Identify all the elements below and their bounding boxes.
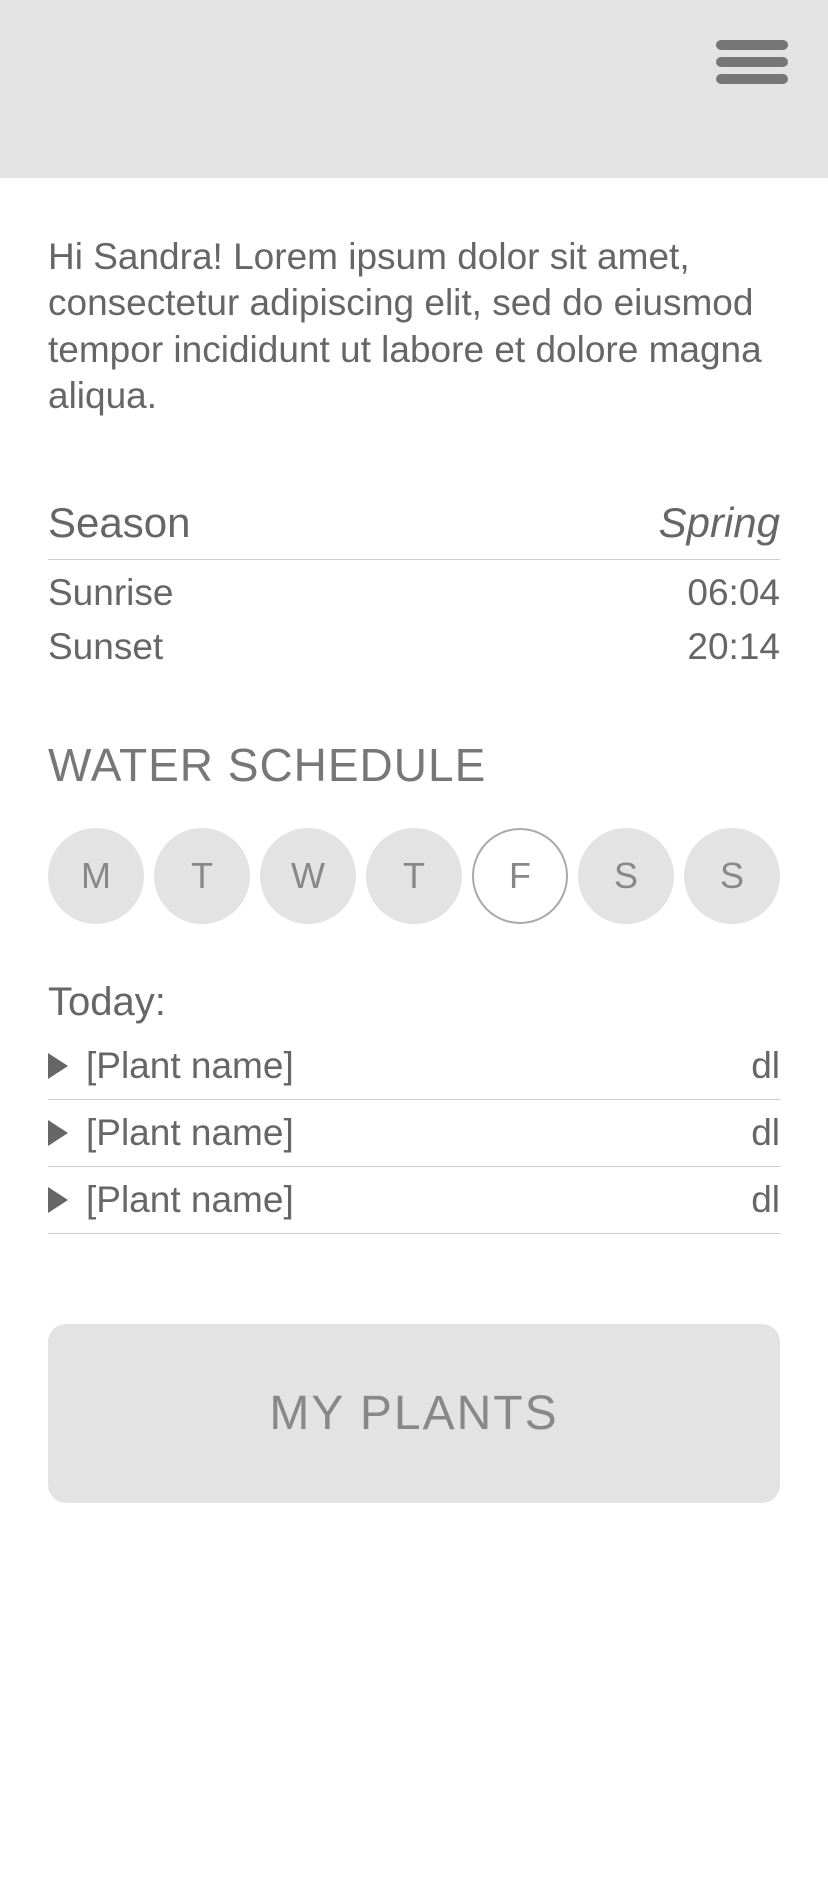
sunrise-label: Sunrise (48, 572, 173, 614)
plant-row-left: [Plant name] (48, 1112, 294, 1154)
plant-list: [Plant name]dl[Plant name]dl[Plant name]… (48, 1033, 780, 1234)
season-label: Season (48, 499, 190, 547)
play-icon (48, 1053, 68, 1079)
play-icon (48, 1120, 68, 1146)
day-6[interactable]: S (684, 828, 780, 924)
sunrise-row: Sunrise 06:04 (48, 560, 780, 614)
sunrise-value: 06:04 (687, 572, 780, 614)
season-info-table: Season Spring Sunrise 06:04 Sunset 20:14 (48, 499, 780, 668)
plant-row-left: [Plant name] (48, 1179, 294, 1221)
day-1[interactable]: T (154, 828, 250, 924)
app-header (0, 0, 828, 178)
plant-row[interactable]: [Plant name] dl (48, 1167, 780, 1234)
plant-row[interactable]: [Plant name] dl (48, 1100, 780, 1167)
plant-amount: dl (751, 1179, 780, 1221)
plant-amount: dl (751, 1112, 780, 1154)
main-content: Hi Sandra! Lorem ipsum dolor sit amet, c… (0, 178, 828, 1892)
season-row: Season Spring (48, 499, 780, 560)
day-3[interactable]: T (366, 828, 462, 924)
day-2[interactable]: W (260, 828, 356, 924)
sunset-row: Sunset 20:14 (48, 614, 780, 668)
hamburger-menu-icon[interactable] (716, 40, 788, 84)
play-icon (48, 1187, 68, 1213)
greeting-text: Hi Sandra! Lorem ipsum dolor sit amet, c… (48, 234, 780, 419)
plant-name: [Plant name] (86, 1045, 294, 1087)
sunset-label: Sunset (48, 626, 163, 668)
plant-amount: dl (751, 1045, 780, 1087)
sunset-value: 20:14 (687, 626, 780, 668)
day-5[interactable]: S (578, 828, 674, 924)
today-label: Today: (48, 980, 780, 1025)
plant-row[interactable]: [Plant name] dl (48, 1033, 780, 1100)
plant-name: [Plant name] (86, 1179, 294, 1221)
plant-name: [Plant name] (86, 1112, 294, 1154)
day-0[interactable]: M (48, 828, 144, 924)
day-selector: MTWTFSS (48, 828, 780, 924)
season-value: Spring (659, 499, 780, 547)
day-4[interactable]: F (472, 828, 568, 924)
plant-row-left: [Plant name] (48, 1045, 294, 1087)
water-schedule-title: WATER SCHEDULE (48, 738, 780, 792)
my-plants-button[interactable]: MY PLANTS (48, 1324, 780, 1503)
